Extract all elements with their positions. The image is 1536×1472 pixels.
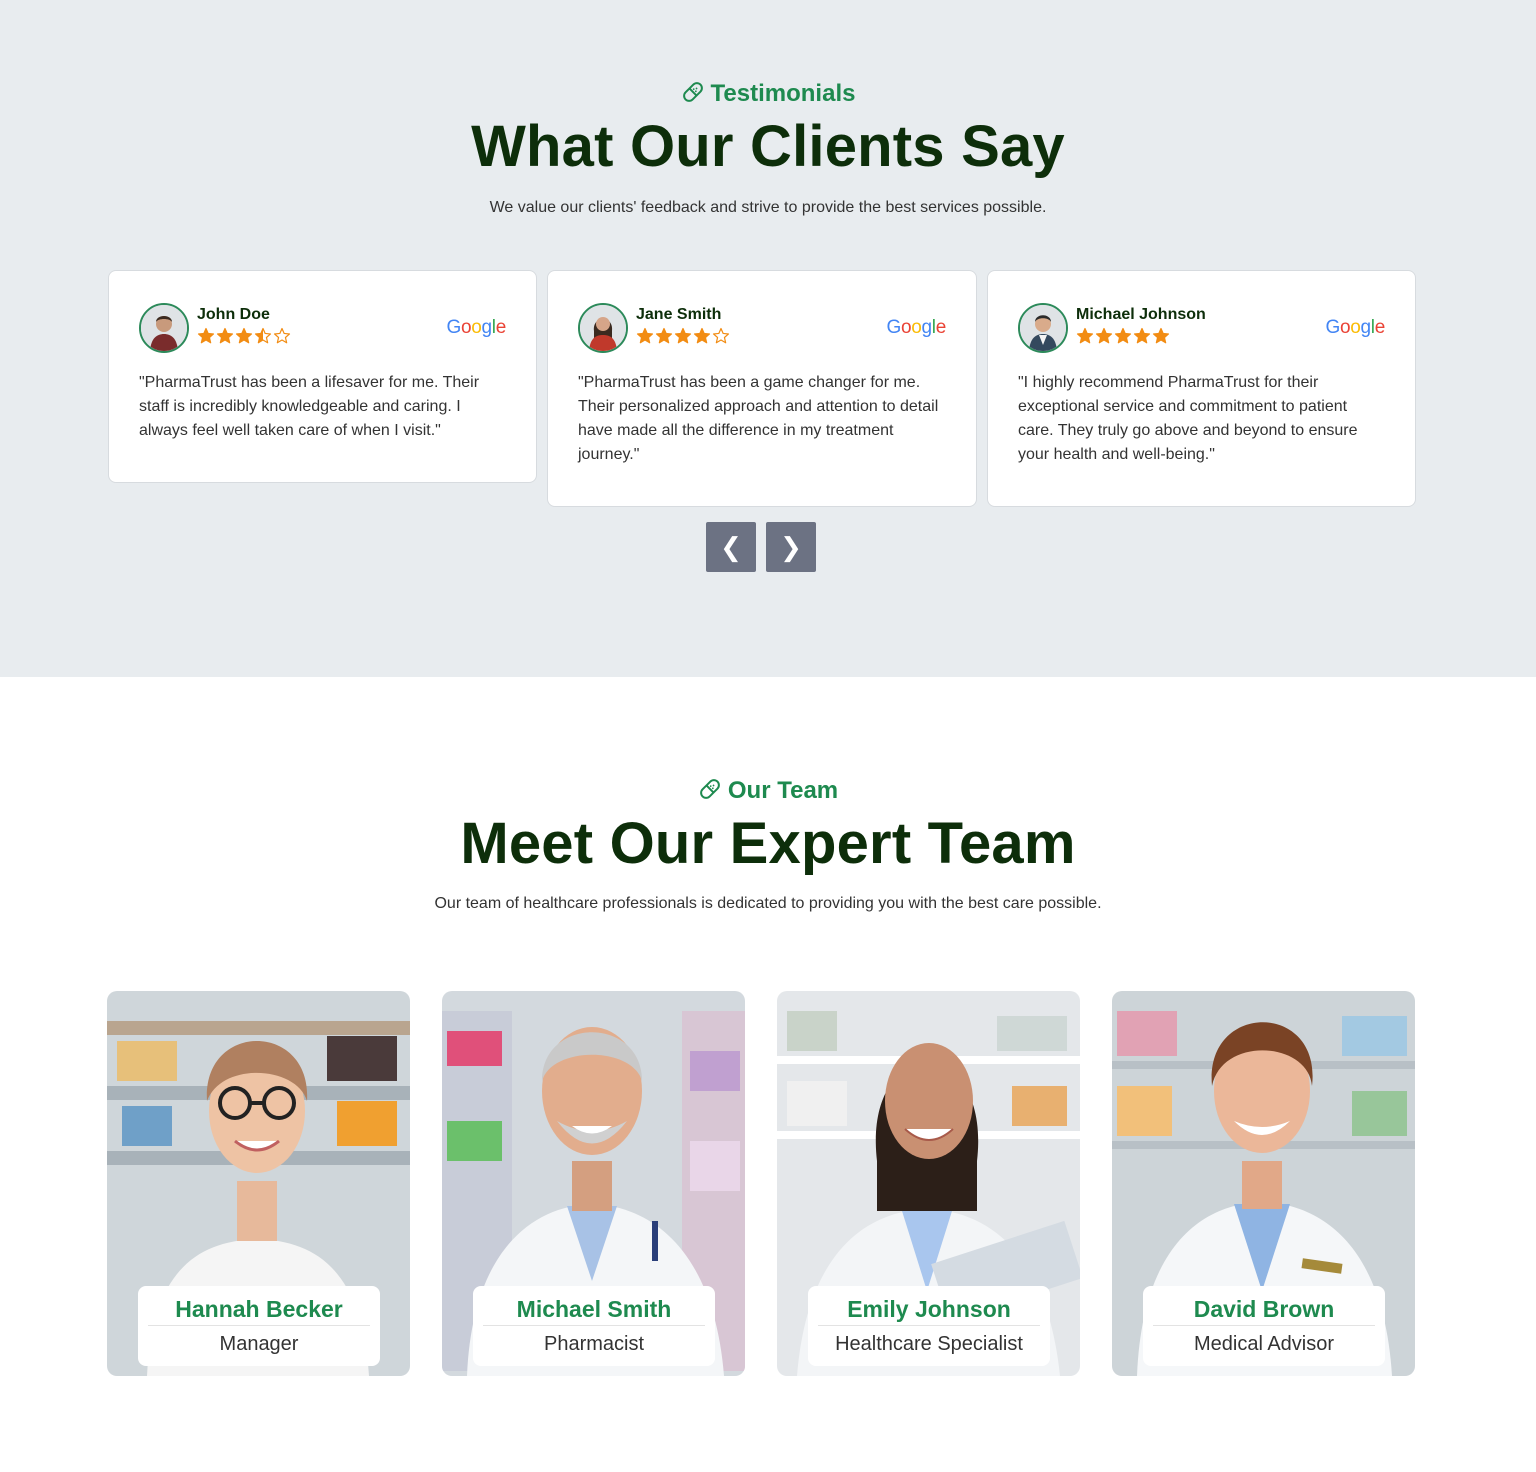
- star-icon: [254, 327, 272, 344]
- testimonials-eyebrow: Testimonials: [0, 80, 1536, 111]
- team-member-card[interactable]: Emily Johnson Healthcare Specialist: [777, 991, 1080, 1376]
- testimonials-heading: What Our Clients Say: [471, 114, 1065, 179]
- testimonials-eyebrow-label: Testimonials: [710, 80, 856, 107]
- member-info: Hannah Becker Manager: [138, 1286, 380, 1366]
- team-heading: Meet Our Expert Team: [460, 811, 1076, 876]
- google-logo: Google: [886, 317, 946, 338]
- star-icon: [216, 327, 234, 344]
- bandage-icon: [698, 777, 722, 808]
- avatar: [1018, 303, 1068, 353]
- team-member-card[interactable]: Hannah Becker Manager: [107, 991, 410, 1376]
- google-logo: Google: [1325, 317, 1385, 338]
- star-icon: [235, 327, 253, 344]
- star-icon: [1152, 327, 1170, 344]
- star-icon: [197, 327, 215, 344]
- star-icon: [693, 327, 711, 344]
- star-rating: [197, 327, 291, 345]
- member-role: Medical Advisor: [1193, 1333, 1335, 1355]
- testimonial-text: "I highly recommend PharmaTrust for thei…: [1018, 374, 1358, 463]
- star-icon: [1114, 327, 1132, 344]
- team-eyebrow: Our Team: [0, 777, 1536, 808]
- star-icon: [712, 327, 730, 344]
- testimonial-card: John Doe Google "PharmaTrust has been a …: [108, 270, 537, 483]
- star-icon: [1133, 327, 1151, 344]
- testimonial-text: "PharmaTrust has been a lifesaver for me…: [139, 374, 480, 439]
- member-role: Pharmacist: [543, 1333, 645, 1355]
- member-role: Healthcare Specialist: [835, 1333, 1023, 1355]
- member-name: Hannah Becker: [148, 1296, 370, 1326]
- star-rating: [1076, 327, 1170, 345]
- member-info: Michael Smith Pharmacist: [473, 1286, 715, 1366]
- testimonial-card: Jane Smith Google "PharmaTrust has been …: [547, 270, 977, 507]
- member-role: Manager: [219, 1333, 299, 1355]
- reviewer-name: John Doe: [197, 306, 270, 323]
- reviewer-name: Michael Johnson: [1076, 306, 1206, 323]
- avatar: [578, 303, 628, 353]
- star-icon: [636, 327, 654, 344]
- avatar: [139, 303, 189, 353]
- google-logo: Google: [446, 317, 506, 338]
- member-name: Michael Smith: [483, 1296, 705, 1326]
- star-rating: [636, 327, 730, 345]
- star-icon: [1076, 327, 1094, 344]
- star-icon: [674, 327, 692, 344]
- member-name: Emily Johnson: [818, 1296, 1040, 1326]
- member-info: Emily Johnson Healthcare Specialist: [808, 1286, 1050, 1366]
- prev-button[interactable]: ❮: [706, 522, 756, 572]
- team-member-card[interactable]: David Brown Medical Advisor: [1112, 991, 1415, 1376]
- team-eyebrow-label: Our Team: [727, 777, 839, 804]
- team-member-card[interactable]: Michael Smith Pharmacist: [442, 991, 745, 1376]
- member-info: David Brown Medical Advisor: [1143, 1286, 1385, 1366]
- member-name: David Brown: [1153, 1296, 1375, 1326]
- team-subtitle: Our team of healthcare professionals is …: [434, 895, 1102, 912]
- reviewer-name: Jane Smith: [636, 306, 722, 323]
- testimonials-subtitle: We value our clients' feedback and striv…: [489, 199, 1047, 216]
- next-button[interactable]: ❯: [766, 522, 816, 572]
- testimonial-card: Michael Johnson Google "I highly recomme…: [987, 270, 1416, 507]
- star-icon: [655, 327, 673, 344]
- bandage-icon: [681, 80, 705, 111]
- star-icon: [273, 327, 291, 344]
- testimonials-section: Testimonials What Our Clients Say We val…: [0, 0, 1536, 677]
- star-icon: [1095, 327, 1113, 344]
- testimonial-text: "PharmaTrust has been a game changer for…: [578, 374, 939, 463]
